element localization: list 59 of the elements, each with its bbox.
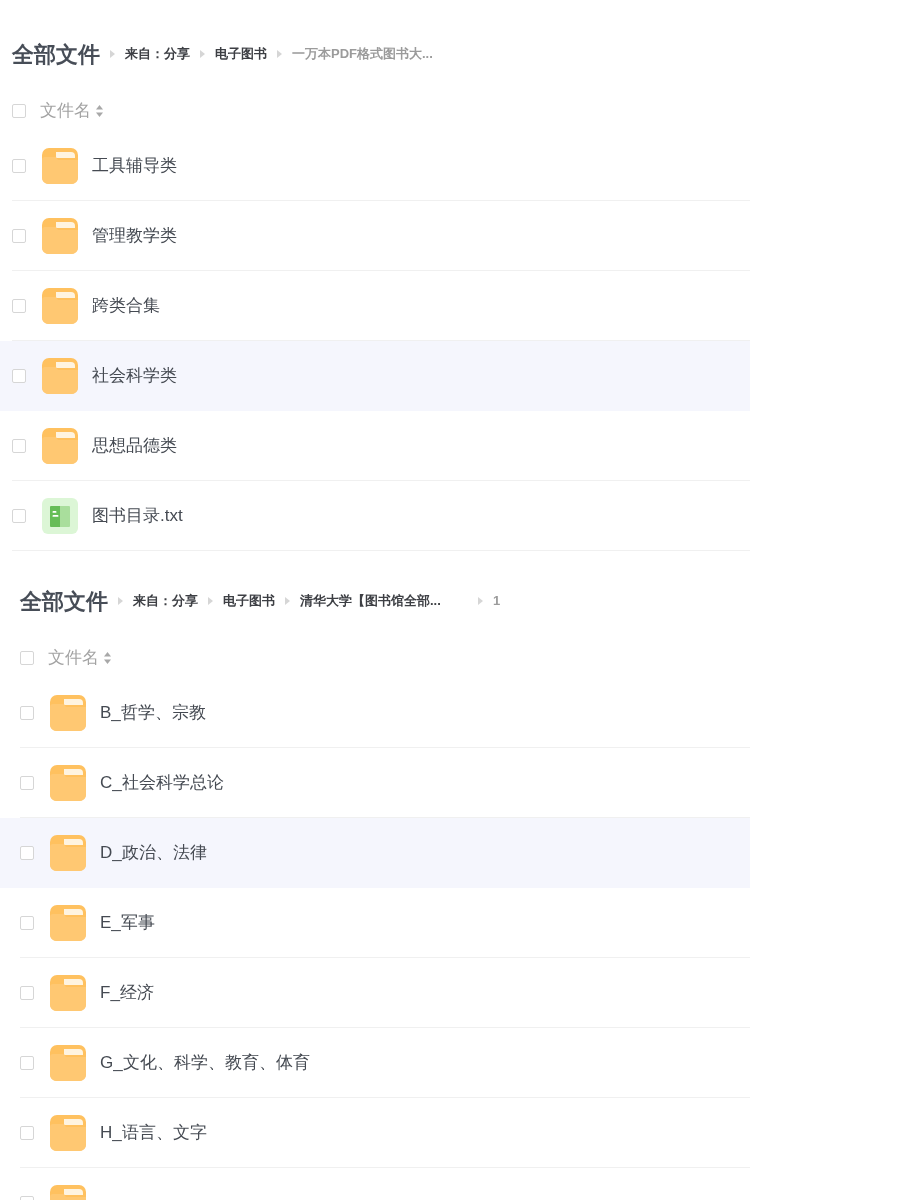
checkbox[interactable] [12, 228, 26, 243]
file-row[interactable]: D_政治、法律 [0, 818, 750, 888]
file-name[interactable]: 社会科学类 [92, 362, 177, 389]
document-icon [42, 497, 78, 534]
breadcrumb-root[interactable]: 全部文件 [12, 37, 100, 71]
folder-icon [50, 834, 86, 871]
file-name[interactable]: B_哲学、宗教 [100, 699, 206, 726]
checkbox[interactable] [12, 508, 26, 523]
breadcrumb-link[interactable]: 来自：分享 [133, 591, 198, 611]
breadcrumb-link[interactable]: 电子图书 [215, 44, 267, 64]
folder-icon [50, 694, 86, 731]
sort-icon[interactable] [104, 652, 111, 664]
checkbox[interactable] [20, 1125, 34, 1140]
file-name[interactable]: 跨类合集 [92, 292, 160, 319]
folder-icon [42, 147, 78, 184]
checkbox[interactable] [20, 1055, 34, 1070]
file-name[interactable]: 图书目录.txt [92, 502, 183, 529]
breadcrumb-link[interactable]: 清华大学【图书馆全部... [300, 591, 441, 611]
breadcrumb-link[interactable]: 电子图书 [223, 591, 275, 611]
folder-icon [42, 427, 78, 464]
file-name[interactable]: D_政治、法律 [100, 839, 207, 866]
folder-icon [42, 217, 78, 254]
checkbox[interactable] [20, 985, 34, 1000]
chevron-icon [200, 50, 205, 58]
folder-icon [50, 1044, 86, 1081]
checkbox[interactable] [12, 158, 26, 173]
file-name[interactable]: C_社会科学总论 [100, 769, 224, 796]
chevron-icon [277, 50, 282, 58]
checkbox[interactable] [20, 705, 34, 720]
checkbox[interactable] [20, 651, 34, 665]
checkbox[interactable] [12, 298, 26, 313]
folder-icon [50, 904, 86, 941]
chevron-icon [208, 597, 213, 605]
chevron-icon [285, 597, 290, 605]
file-name[interactable]: E_军事 [100, 909, 155, 936]
checkbox[interactable] [20, 775, 34, 790]
sort-icon[interactable] [96, 105, 103, 117]
breadcrumb-root[interactable]: 全部文件 [20, 584, 108, 618]
chevron-icon [118, 597, 123, 605]
file-name[interactable]: H_语言、文字 [100, 1119, 207, 1146]
file-name[interactable]: 思想品德类 [92, 432, 177, 459]
file-row[interactable]: 社会科学类 [0, 341, 750, 411]
checkbox[interactable] [20, 915, 34, 930]
checkbox[interactable] [12, 438, 26, 453]
checkbox[interactable] [12, 104, 26, 118]
folder-icon [42, 357, 78, 394]
breadcrumb-link[interactable]: 来自：分享 [125, 44, 190, 64]
file-name[interactable]: 管理教学类 [92, 222, 177, 249]
file-name[interactable]: F_经济 [100, 979, 154, 1006]
chevron-icon [110, 50, 115, 58]
folder-icon [50, 1114, 86, 1151]
folder-icon [50, 764, 86, 801]
chevron-icon [478, 597, 483, 605]
file-name[interactable]: 工具辅导类 [92, 152, 177, 179]
checkbox[interactable] [12, 368, 26, 383]
file-name[interactable]: G_文化、科学、教育、体育 [100, 1049, 310, 1076]
folder-icon [50, 974, 86, 1011]
checkbox[interactable] [20, 845, 34, 860]
folder-icon [42, 287, 78, 324]
